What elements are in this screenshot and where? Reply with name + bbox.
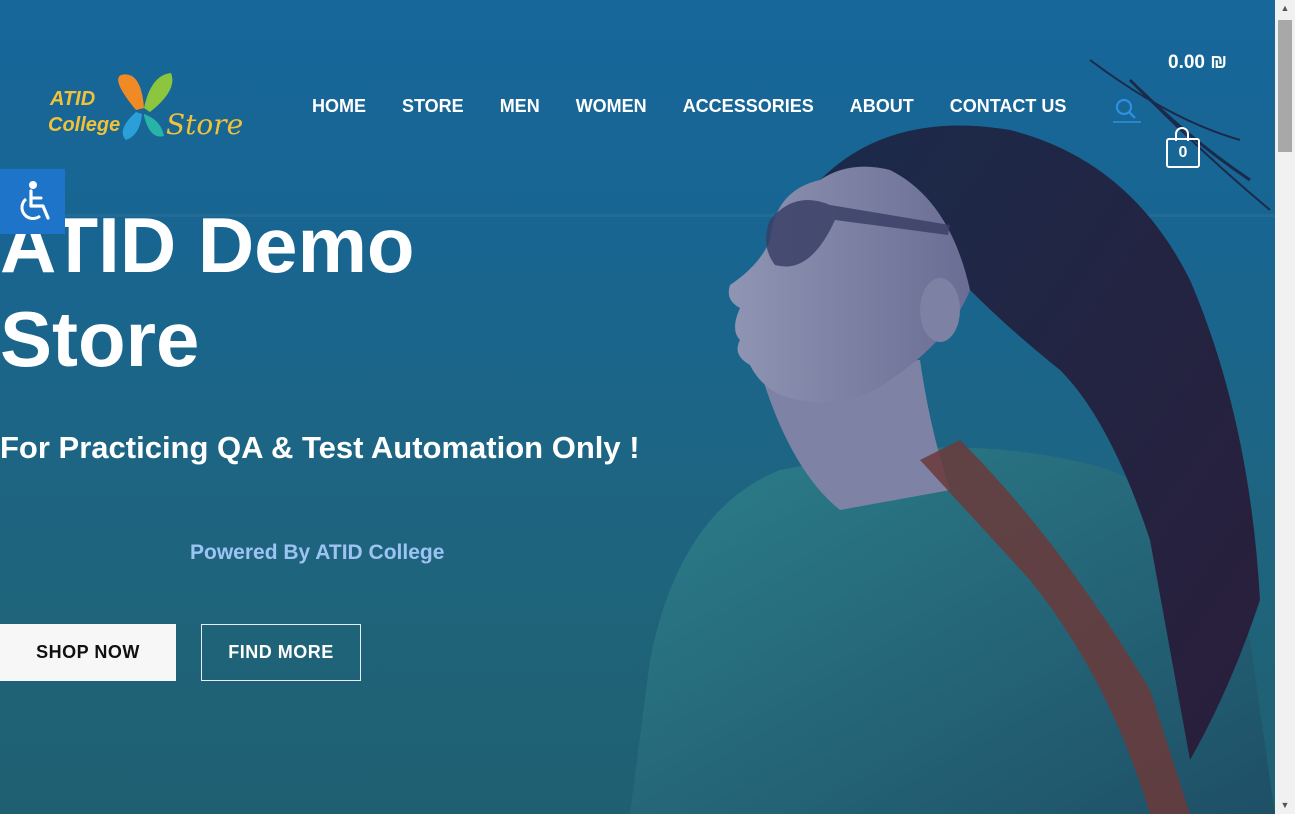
wheelchair-icon [20, 180, 50, 220]
accessibility-button[interactable] [0, 169, 65, 234]
scroll-thumb[interactable] [1278, 20, 1292, 152]
hero-page: ATID College Store HOME STORE MEN WOMEN … [0, 0, 1295, 814]
nav-item-accessories[interactable]: ACCESSORIES [683, 96, 814, 117]
logo-text-store: Store [166, 108, 244, 141]
nav-item-store[interactable]: STORE [402, 96, 464, 117]
site-logo[interactable]: ATID College Store [46, 70, 246, 146]
find-more-button[interactable]: FIND MORE [201, 624, 361, 681]
scroll-up-arrow-icon[interactable]: ▲ [1275, 0, 1295, 17]
logo-text-atid: ATID [50, 88, 96, 110]
search-icon [1113, 98, 1141, 123]
shop-now-button[interactable]: SHOP NOW [0, 624, 176, 681]
nav-item-about[interactable]: ABOUT [850, 96, 914, 117]
hero-subtitle: For Practicing QA & Test Automation Only… [0, 430, 640, 465]
cart-button[interactable]: 0 [1164, 126, 1204, 174]
nav-item-contact-us[interactable]: CONTACT US [950, 96, 1067, 117]
search-button[interactable] [1112, 96, 1142, 124]
vertical-scrollbar[interactable]: ▲ ▼ [1275, 0, 1295, 814]
scroll-down-arrow-icon[interactable]: ▼ [1275, 797, 1295, 814]
logo-text-college: College [48, 114, 121, 136]
nav-item-women[interactable]: WOMEN [576, 96, 647, 117]
nav-item-men[interactable]: MEN [500, 96, 540, 117]
hero-title-line2: Store [0, 295, 200, 383]
nav-item-home[interactable]: HOME [312, 96, 366, 117]
cart-total[interactable]: 0.00 ₪ [1168, 52, 1227, 74]
hero-title: ATID Demo Store [0, 198, 560, 386]
main-nav: HOME STORE MEN WOMEN ACCESSORIES ABOUT C… [312, 96, 1102, 117]
powered-by-text: Powered By ATID College [190, 541, 445, 564]
cart-count-badge: 0 [1166, 138, 1200, 168]
